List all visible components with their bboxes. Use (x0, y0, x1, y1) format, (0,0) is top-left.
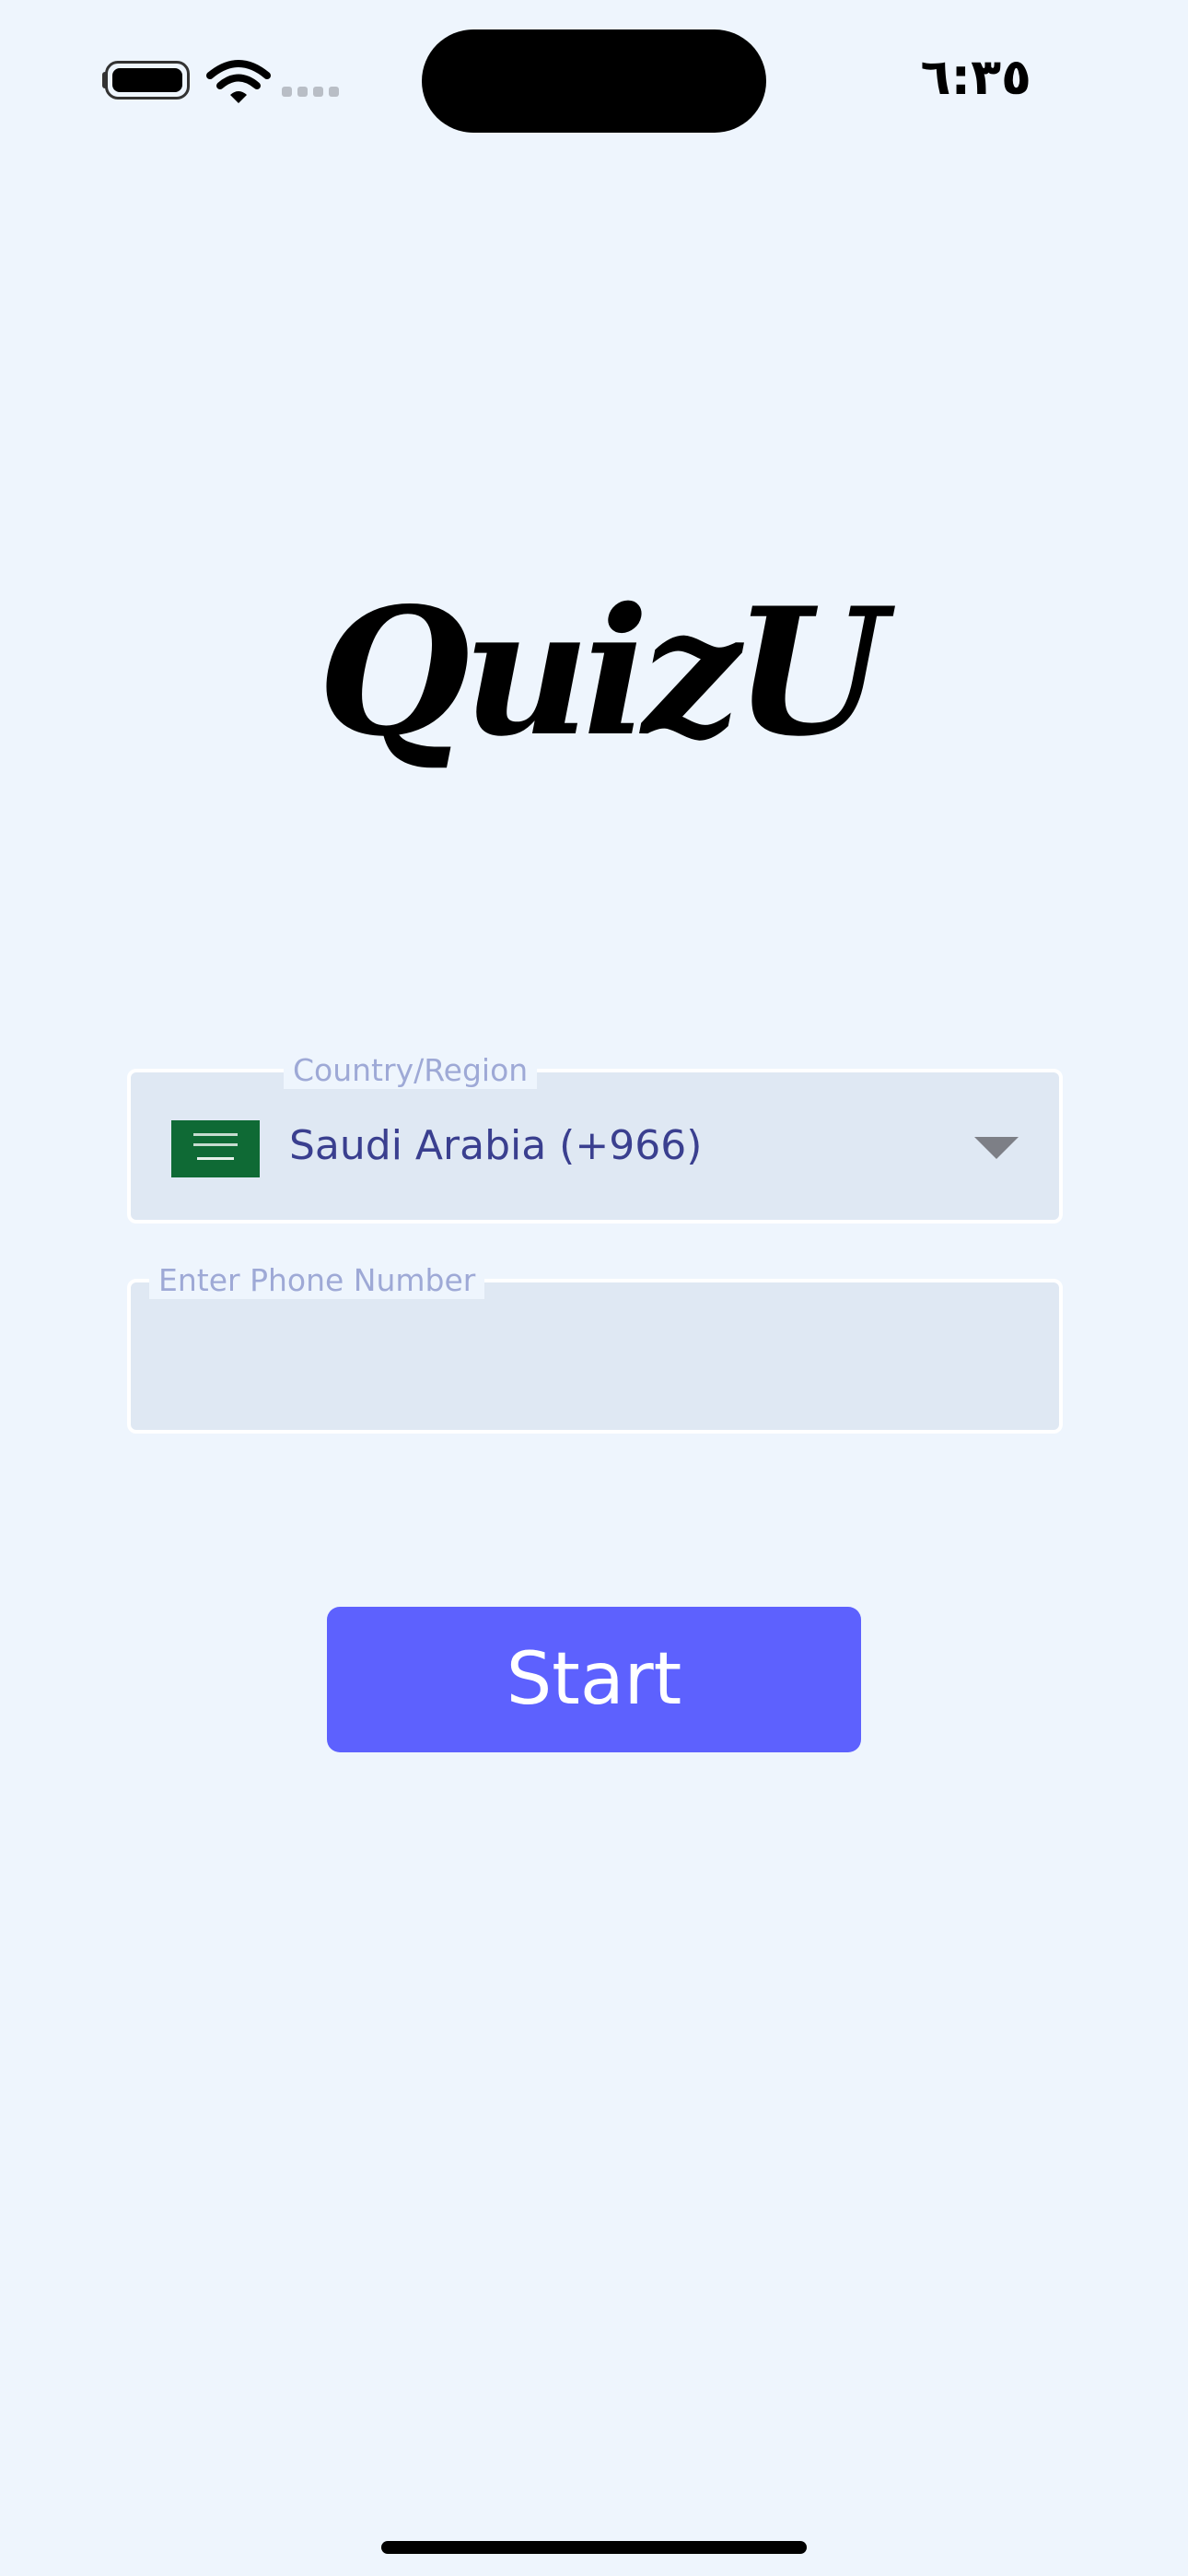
cellular-signal-icon (282, 83, 346, 100)
phone-number-input[interactable] (153, 1310, 1041, 1404)
country-region-label: Country/Region (284, 1052, 538, 1089)
country-selected-value: Saudi Arabia (+966) (289, 1122, 703, 1169)
dynamic-island (422, 29, 766, 133)
home-indicator[interactable] (381, 2541, 807, 2554)
phone-number-label: Enter Phone Number (149, 1262, 485, 1299)
wifi-icon (206, 60, 271, 103)
saudi-arabia-flag-icon (171, 1120, 260, 1177)
battery-full-icon (105, 61, 190, 100)
caret-down-icon[interactable] (974, 1137, 1019, 1159)
phone-number-field[interactable]: Enter Phone Number (127, 1262, 1063, 1434)
start-button[interactable]: Start (327, 1607, 861, 1752)
app-logo: QuizU (318, 569, 886, 775)
status-time: ٦:٣٥ (920, 48, 1031, 106)
country-region-dropdown[interactable]: Country/Region Saudi Arabia (+966) (127, 1052, 1063, 1224)
